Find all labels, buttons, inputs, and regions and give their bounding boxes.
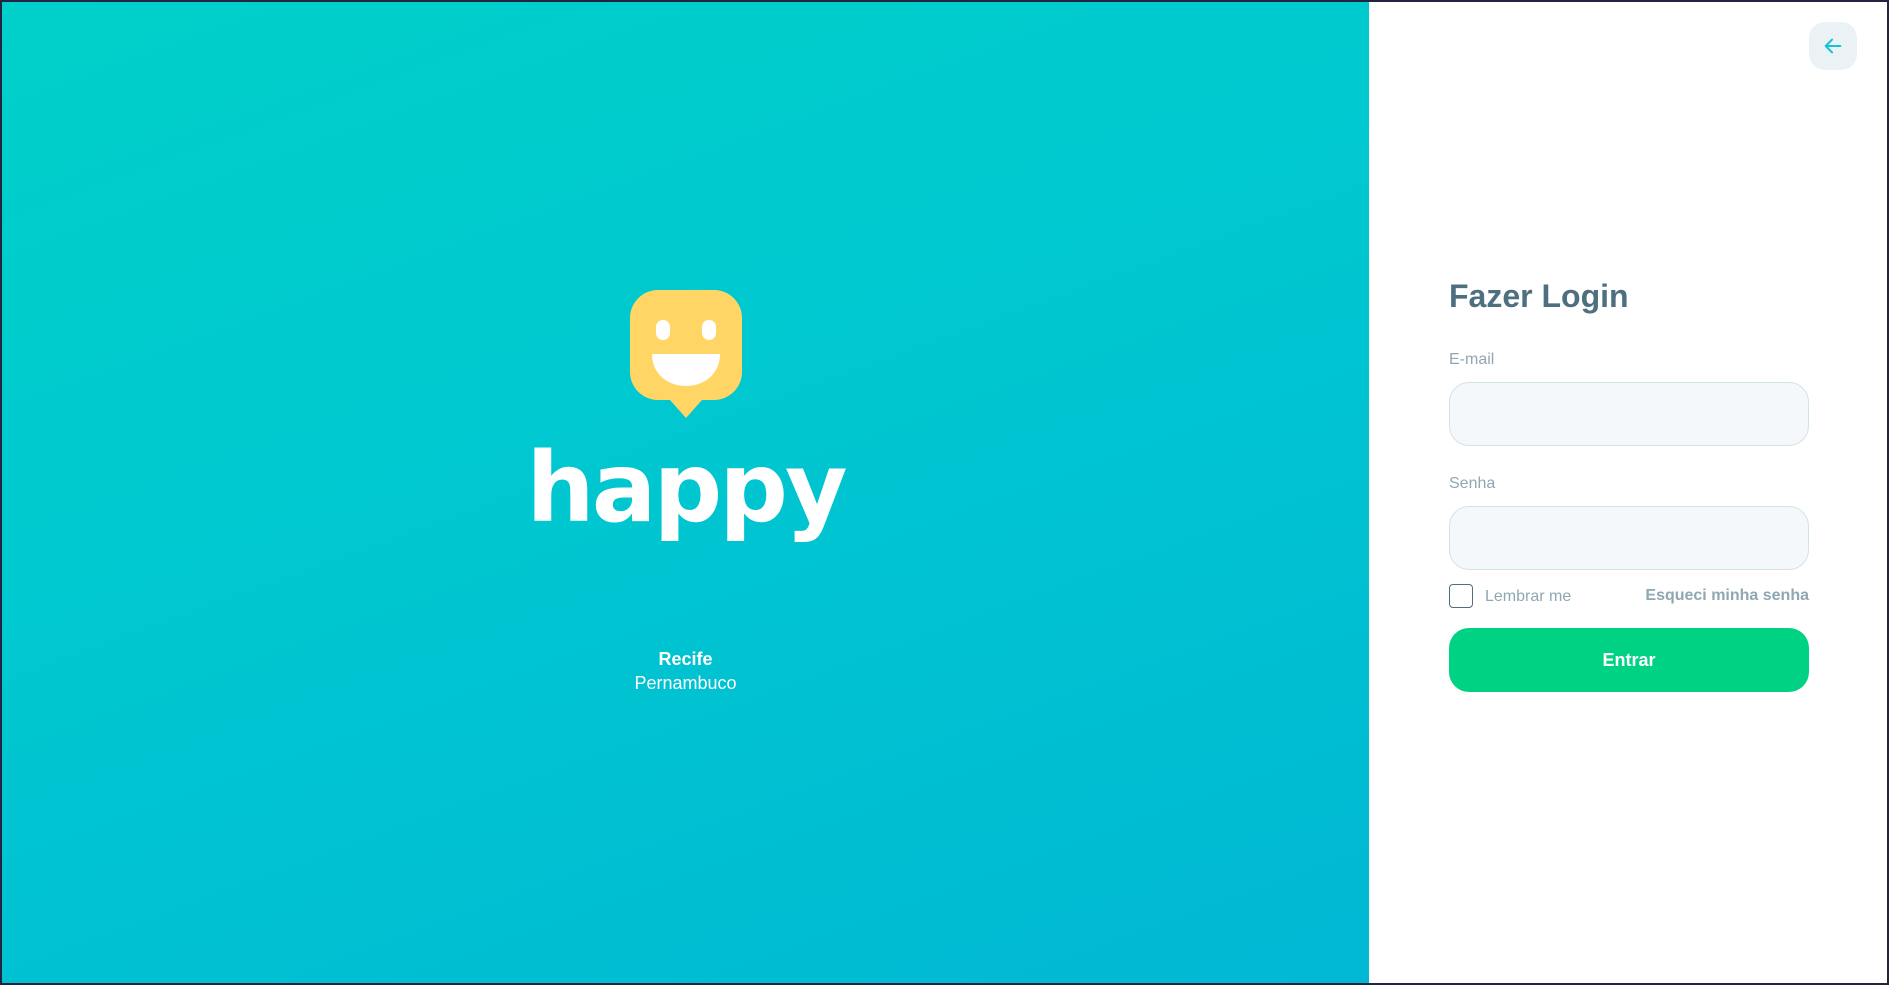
login-panel: Fazer Login E-mail Senha Lembrar me Esqu… [1369, 2, 1887, 983]
smiley-chat-bubble-icon [629, 290, 742, 418]
password-field[interactable] [1449, 506, 1809, 570]
arrow-left-icon [1824, 38, 1842, 54]
login-page: happy Recife Pernambuco Fazer Login E-ma… [2, 2, 1887, 983]
brand-logo: happy [2, 290, 1369, 536]
password-label: Senha [1449, 475, 1496, 492]
location-state: Pernambuco [634, 673, 737, 693]
forgot-password-link[interactable]: Esqueci minha senha [1645, 587, 1809, 605]
login-form: Fazer Login E-mail Senha Lembrar me Esqu… [1449, 276, 1809, 692]
remember-me-label: Lembrar me [1485, 588, 1572, 605]
form-options: Lembrar me Esqueci minha senha [1449, 584, 1809, 608]
remember-me[interactable]: Lembrar me [1449, 584, 1571, 608]
back-button[interactable] [1809, 22, 1857, 70]
email-label: E-mail [1449, 351, 1495, 368]
brand-panel: happy Recife Pernambuco [2, 2, 1369, 983]
location: Recife Pernambuco [2, 647, 1369, 695]
location-city: Recife [658, 649, 713, 669]
email-field[interactable] [1449, 382, 1809, 446]
form-title: Fazer Login [1449, 278, 1629, 314]
brand-wordmark: happy [526, 432, 847, 544]
submit-button[interactable]: Entrar [1449, 628, 1809, 692]
remember-me-checkbox[interactable] [1449, 584, 1473, 608]
